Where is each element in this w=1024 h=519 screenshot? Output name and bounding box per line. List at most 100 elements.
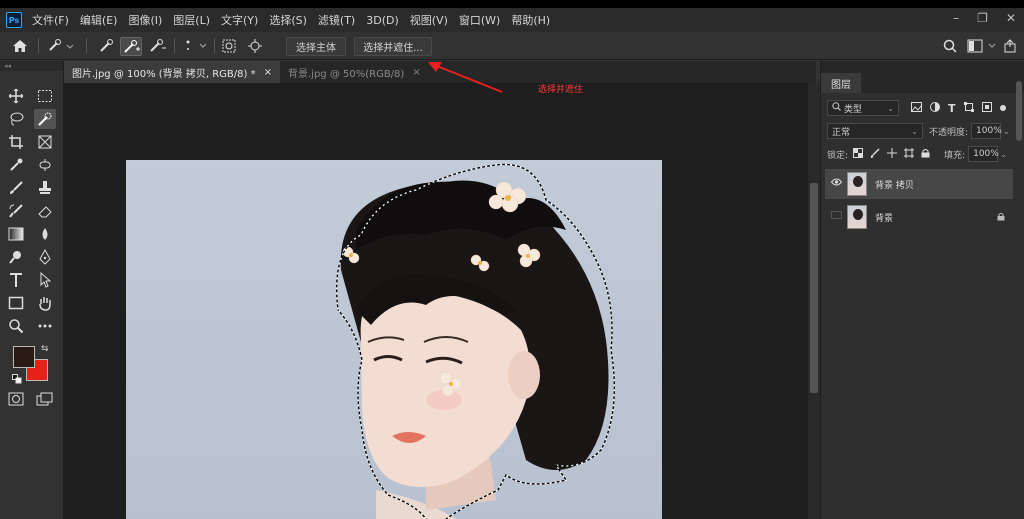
filter-type-icon[interactable]: T bbox=[948, 102, 956, 115]
filter-kind-select[interactable]: 类型 ⌄ bbox=[827, 100, 899, 116]
quick-select-preset-icon[interactable] bbox=[46, 37, 76, 55]
tab-label: 图片.jpg @ 100% (背景 拷贝, RGB/8) * bbox=[72, 65, 256, 80]
tab-background-document[interactable]: 背景.jpg @ 50%(RGB/8) × bbox=[280, 61, 429, 83]
brush-tool-icon[interactable] bbox=[5, 178, 27, 198]
blur-tool-icon[interactable] bbox=[34, 224, 56, 244]
type-tool-icon[interactable] bbox=[5, 270, 27, 290]
gradient-tool-icon[interactable] bbox=[5, 224, 27, 244]
blend-mode-select[interactable]: 正常 ⌄ bbox=[827, 123, 923, 139]
menu-layer[interactable]: 图层(L) bbox=[173, 12, 210, 28]
separator bbox=[86, 38, 87, 54]
screen-mode-icon[interactable] bbox=[34, 389, 56, 409]
search-icon[interactable] bbox=[940, 37, 960, 55]
canvas-area[interactable] bbox=[64, 83, 808, 519]
chevron-down-icon: ⌄ bbox=[911, 127, 918, 136]
minimize-icon[interactable]: – bbox=[953, 11, 959, 25]
layer-row-background-copy[interactable]: 背景 拷贝 bbox=[825, 169, 1013, 199]
fill-input[interactable]: 100% bbox=[968, 146, 998, 162]
restore-icon[interactable]: ❐ bbox=[977, 11, 988, 25]
menu-window[interactable]: 窗口(W) bbox=[459, 12, 500, 28]
filter-shape-icon[interactable] bbox=[964, 102, 974, 115]
spot-healing-tool-icon[interactable] bbox=[34, 155, 56, 175]
chevron-down-icon[interactable] bbox=[986, 37, 998, 55]
layer-filter-row: 类型 ⌄ T bbox=[827, 99, 1021, 117]
close-tab-icon[interactable]: × bbox=[264, 67, 272, 78]
workspace-icon[interactable] bbox=[964, 37, 986, 55]
subtract-selection-brush-icon[interactable] bbox=[146, 37, 168, 55]
visibility-toggle-empty[interactable] bbox=[831, 211, 842, 219]
lock-pixels-icon[interactable] bbox=[870, 148, 880, 161]
marquee-tool-icon[interactable] bbox=[34, 86, 56, 106]
menu-type[interactable]: 文字(Y) bbox=[221, 12, 258, 28]
add-selection-brush-icon[interactable] bbox=[120, 37, 142, 56]
filter-pixel-icon[interactable] bbox=[911, 102, 922, 115]
quick-selection-tool-icon[interactable] bbox=[34, 109, 56, 129]
chevron-down-icon[interactable]: ⌄ bbox=[1003, 127, 1010, 136]
lasso-tool-icon[interactable] bbox=[5, 109, 27, 129]
tab-layers[interactable]: 图层 bbox=[821, 73, 861, 93]
rectangle-tool-icon[interactable] bbox=[5, 293, 27, 313]
layer-name[interactable]: 背景 拷贝 bbox=[875, 178, 914, 191]
filter-smart-object-icon[interactable] bbox=[982, 102, 992, 115]
home-icon[interactable] bbox=[10, 37, 30, 55]
filter-toggle-icon[interactable] bbox=[1000, 105, 1006, 111]
select-subject-button[interactable]: 选择主体 bbox=[286, 37, 346, 56]
lock-transparent-icon[interactable] bbox=[853, 148, 863, 161]
pen-tool-icon[interactable] bbox=[34, 247, 56, 267]
layer-row-background[interactable]: 背景 bbox=[825, 202, 1013, 232]
menu-select[interactable]: 选择(S) bbox=[269, 12, 307, 28]
new-selection-brush-icon[interactable] bbox=[96, 37, 118, 55]
panel-grip[interactable] bbox=[821, 61, 1024, 73]
layer-name[interactable]: 背景 bbox=[875, 211, 893, 224]
path-selection-tool-icon[interactable] bbox=[34, 270, 56, 290]
more-tools-icon[interactable] bbox=[34, 316, 56, 336]
lock-position-icon[interactable] bbox=[887, 148, 897, 161]
close-window-icon[interactable]: ✕ bbox=[1006, 11, 1016, 25]
brush-size-picker-icon[interactable] bbox=[180, 37, 210, 55]
crop-tool-icon[interactable] bbox=[5, 132, 27, 152]
scrollbar-thumb[interactable] bbox=[810, 183, 818, 393]
opacity-input[interactable]: 100% bbox=[971, 123, 1001, 139]
menu-image[interactable]: 图像(I) bbox=[128, 12, 162, 28]
menu-view[interactable]: 视图(V) bbox=[410, 12, 448, 28]
eraser-tool-icon[interactable] bbox=[34, 201, 56, 221]
lock-all-icon[interactable] bbox=[921, 148, 930, 161]
document-image[interactable] bbox=[126, 160, 662, 519]
panel-scrollbar[interactable] bbox=[1016, 81, 1022, 141]
foreground-color-swatch[interactable] bbox=[13, 346, 35, 368]
menu-3d[interactable]: 3D(D) bbox=[366, 14, 399, 27]
share-icon[interactable] bbox=[1000, 37, 1020, 55]
filter-adjustment-icon[interactable] bbox=[930, 102, 940, 115]
select-and-mask-button[interactable]: 选择并遮住... bbox=[354, 37, 432, 56]
menu-filter[interactable]: 滤镜(T) bbox=[318, 12, 355, 28]
swap-colors-icon[interactable]: ⇆ bbox=[41, 344, 49, 354]
annotation-label: 选择并遮住 bbox=[538, 82, 583, 95]
lock-icon bbox=[997, 211, 1005, 224]
eyedropper-tool-icon[interactable] bbox=[5, 155, 27, 175]
vertical-scrollbar[interactable] bbox=[808, 83, 820, 519]
tab-label: 背景.jpg @ 50%(RGB/8) bbox=[288, 65, 404, 80]
visibility-eye-icon[interactable] bbox=[831, 178, 842, 189]
layer-thumbnail bbox=[847, 172, 867, 196]
panel-collapse-icon[interactable]: ◂◂ bbox=[0, 61, 63, 71]
separator bbox=[214, 38, 215, 54]
frame-tool-icon[interactable] bbox=[34, 132, 56, 152]
menu-help[interactable]: 帮助(H) bbox=[511, 12, 550, 28]
chevron-down-icon[interactable]: ⌄ bbox=[1000, 150, 1007, 159]
history-brush-tool-icon[interactable] bbox=[5, 201, 27, 221]
lock-artboard-icon[interactable] bbox=[904, 148, 914, 161]
sample-all-layers-icon[interactable] bbox=[218, 37, 240, 55]
move-tool-icon[interactable] bbox=[5, 86, 27, 106]
menu-file[interactable]: 文件(F) bbox=[32, 12, 69, 28]
default-colors-icon[interactable] bbox=[12, 374, 22, 384]
dodge-tool-icon[interactable] bbox=[5, 247, 27, 267]
enhance-edge-icon[interactable] bbox=[244, 37, 266, 55]
hand-tool-icon[interactable] bbox=[34, 293, 56, 313]
lock-label: 锁定: bbox=[827, 148, 848, 161]
zoom-tool-icon[interactable] bbox=[5, 316, 27, 336]
menu-edit[interactable]: 编辑(E) bbox=[80, 12, 118, 28]
quick-mask-icon[interactable] bbox=[5, 389, 27, 409]
tab-image-document[interactable]: 图片.jpg @ 100% (背景 拷贝, RGB/8) * × bbox=[64, 61, 280, 83]
photoshop-window: Ps 文件(F) 编辑(E) 图像(I) 图层(L) 文字(Y) 选择(S) 滤… bbox=[0, 0, 1024, 519]
clone-stamp-tool-icon[interactable] bbox=[34, 178, 56, 198]
